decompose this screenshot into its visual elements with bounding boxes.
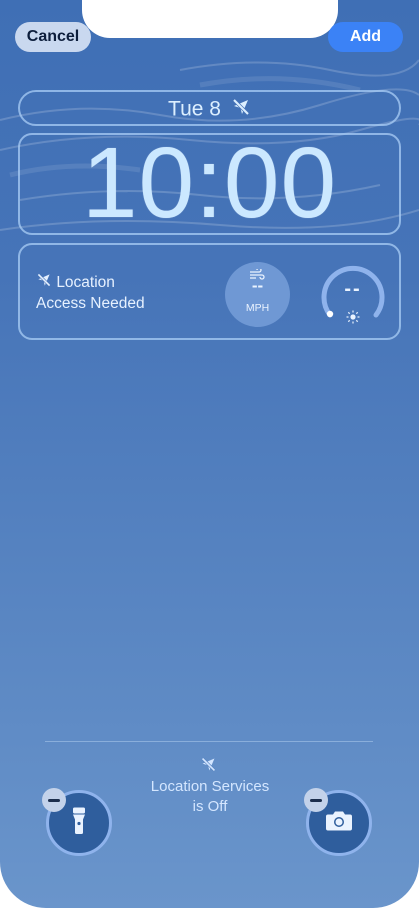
- location-off-icon: [200, 756, 217, 778]
- uv-index-widget[interactable]: --: [318, 261, 388, 327]
- add-button[interactable]: Add: [328, 22, 403, 52]
- location-off-icon: [231, 97, 251, 123]
- wind-speed-unit: MPH: [245, 302, 270, 314]
- location-services-line2: is Off: [192, 798, 228, 815]
- flashlight-icon: [72, 807, 86, 840]
- clock-slot[interactable]: 10:00: [18, 133, 401, 235]
- cancel-button[interactable]: Cancel: [15, 22, 91, 52]
- location-warning-line2: Access Needed: [36, 295, 145, 312]
- date-label: Tue 8: [168, 97, 221, 121]
- lock-screen-editor: Cancel Add Tue 8 10:00 Location Access N…: [0, 0, 419, 908]
- divider: [45, 741, 373, 742]
- location-services-status: Location Services is Off: [130, 777, 290, 817]
- widgets-slot[interactable]: Location Access Needed -- MPH --: [18, 243, 401, 340]
- wind-speed-value: --: [251, 276, 264, 295]
- uv-index-value: --: [344, 278, 362, 300]
- date-row: Tue 8: [20, 97, 399, 123]
- camera-icon: [325, 810, 353, 837]
- clock-time: 10:00: [81, 127, 338, 239]
- date-widget-slot[interactable]: Tue 8: [18, 90, 401, 126]
- location-services-line1: Location Services: [150, 778, 270, 795]
- location-off-icon: [36, 273, 56, 292]
- remove-camera-button[interactable]: [304, 788, 328, 812]
- location-warning-line1: Location: [56, 274, 115, 291]
- location-access-widget[interactable]: Location Access Needed: [36, 272, 145, 314]
- wind-speed-widget[interactable]: -- MPH: [225, 262, 290, 327]
- sun-icon: [346, 310, 360, 329]
- device-notch: [82, 0, 338, 38]
- remove-flashlight-button[interactable]: [42, 788, 66, 812]
